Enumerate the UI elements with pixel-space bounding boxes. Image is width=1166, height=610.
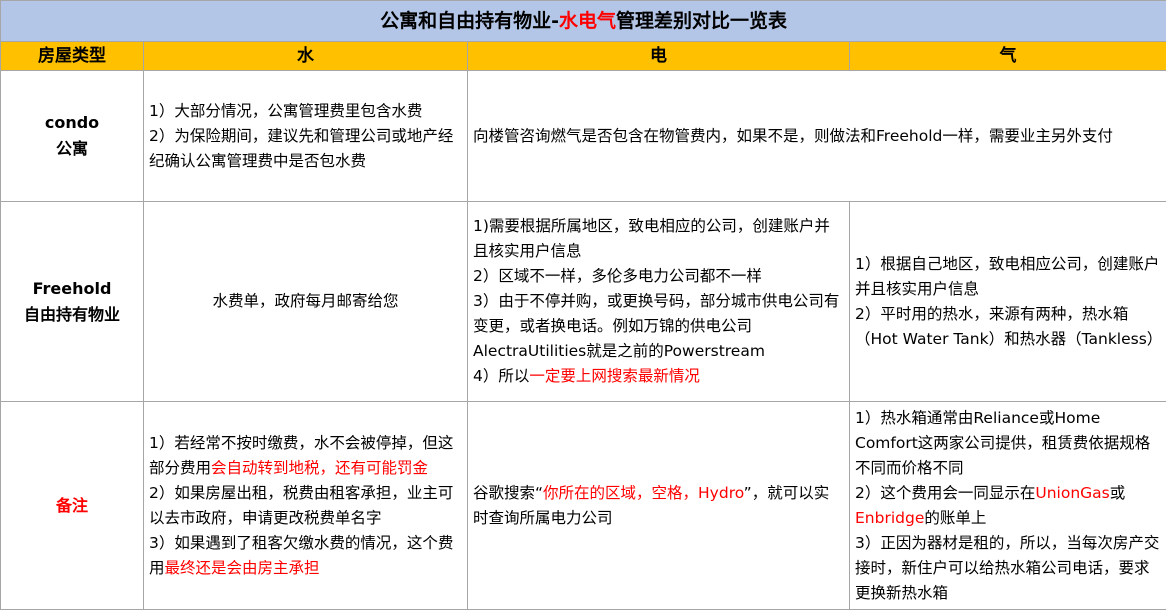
condo-label-en: condo (6, 110, 138, 136)
notes-row: 备注 1）若经常不按时缴费，水不会被停掉，但这部分费用会自动转到地税，还有可能罚… (1, 402, 1166, 610)
header-water: 水 (144, 42, 468, 71)
condo-water-cell: 1）大部分情况，公寓管理费里包含水费 2）为保险期间，建议先和管理公司或地产经纪… (144, 71, 468, 202)
notes-gas-p2-suffix: 的账单上 (924, 509, 986, 527)
header-gas: 气 (850, 42, 1166, 71)
notes-electric-prefix: 谷歌搜索“ (473, 484, 543, 502)
condo-label-cn: 公寓 (6, 136, 138, 162)
notes-gas-p2-mid: 或 (1110, 484, 1126, 502)
freehold-label-en: Freehold (6, 276, 138, 302)
condo-electric-gas-cell: 向楼管咨询燃气是否包含在物管费内，如果不是，则做法和Freehold一样，需要业… (468, 71, 1166, 202)
notes-gas-p2: 2）这个费用会一同显示在UnionGas或 Enbridge的账单上 (855, 481, 1161, 531)
freehold-electric-p2: 2）区域不一样，多伦多电力公司都不一样 (473, 264, 844, 289)
freehold-electric-p1: 1)需要根据所属地区，致电相应的公司，创建账户并且核实用户信息 (473, 214, 844, 264)
freehold-row: Freehold 自由持有物业 水费单，政府每月邮寄给您 1)需要根据所属地区，… (1, 202, 1166, 402)
condo-water-p1: 1）大部分情况，公寓管理费里包含水费 (149, 99, 462, 124)
header-type: 房屋类型 (1, 42, 144, 71)
title-prefix: 公寓和自由持有物业- (380, 10, 559, 32)
freehold-label: Freehold 自由持有物业 (1, 202, 144, 402)
notes-water-cell: 1）若经常不按时缴费，水不会被停掉，但这部分费用会自动转到地税，还有可能罚金 2… (144, 402, 468, 610)
notes-water-p1-highlight: 会自动转到地税，还有可能罚金 (211, 459, 428, 477)
condo-label: condo 公寓 (1, 71, 144, 202)
freehold-gas-cell: 1）根据自己地区，致电相应公司，创建账户并且核实用户信息 2）平时用的热水，来源… (850, 202, 1166, 402)
title-suffix: 管理差别对比一览表 (616, 10, 787, 32)
freehold-gas-p1: 1）根据自己地区，致电相应公司，创建账户并且核实用户信息 (855, 252, 1161, 302)
freehold-label-cn: 自由持有物业 (6, 302, 138, 328)
notes-water-p2: 2）如果房屋出租，税费由租客承担，业主可以去市政府，申请更改税费单名字 (149, 481, 462, 531)
notes-water-p1: 1）若经常不按时缴费，水不会被停掉，但这部分费用会自动转到地税，还有可能罚金 (149, 431, 462, 481)
notes-gas-p1: 1）热水箱通常由Reliance或Home Comfort这两家公司提供，租赁费… (855, 406, 1161, 481)
freehold-water-cell: 水费单，政府每月邮寄给您 (144, 202, 468, 402)
notes-electric-highlight: 你所在的区域，空格，Hydro (543, 484, 744, 502)
notes-gas-p2-hl2: Enbridge (855, 509, 924, 527)
notes-gas-p2-hl1: UnionGas (1035, 484, 1109, 502)
freehold-electric-p3: 3）由于不停并购，或更换号码，部分城市供电公司有变更，或者换电话。例如万锦的供电… (473, 289, 844, 364)
title-highlight: 水电气 (559, 10, 616, 32)
notes-label: 备注 (1, 402, 144, 610)
freehold-electric-p4: 4）所以一定要上网搜索最新情况 (473, 364, 844, 389)
condo-water-p2: 2）为保险期间，建议先和管理公司或地产经纪确认公寓管理费中是否包水费 (149, 124, 462, 174)
header-electric: 电 (468, 42, 850, 71)
title-row: 公寓和自由持有物业-水电气管理差别对比一览表 (1, 1, 1166, 42)
notes-water-p3: 3）如果遇到了租客欠缴水费的情况，这个费用最终还是会由房主承担 (149, 531, 462, 581)
comparison-table: 公寓和自由持有物业-水电气管理差别对比一览表 房屋类型 水 电 气 condo … (0, 0, 1166, 610)
notes-gas-p3: 3）正因为器材是租的，所以，当每次房产交接时，新住户可以给热水箱公司电话，要求更… (855, 531, 1161, 606)
notes-water-p3-highlight: 最终还是会由房主承担 (165, 559, 320, 577)
notes-electric-cell: 谷歌搜索“你所在的区域，空格，Hydro”，就可以实时查询所属电力公司 (468, 402, 850, 610)
notes-gas-cell: 1）热水箱通常由Reliance或Home Comfort这两家公司提供，租赁费… (850, 402, 1166, 610)
condo-row: condo 公寓 1）大部分情况，公寓管理费里包含水费 2）为保险期间，建议先和… (1, 71, 1166, 202)
freehold-electric-cell: 1)需要根据所属地区，致电相应的公司，创建账户并且核实用户信息 2）区域不一样，… (468, 202, 850, 402)
freehold-electric-p4-highlight: 一定要上网搜索最新情况 (529, 367, 700, 385)
freehold-gas-p2: 2）平时用的热水，来源有两种，热水箱（Hot Water Tank）和热水器（T… (855, 302, 1161, 352)
header-row: 房屋类型 水 电 气 (1, 42, 1166, 71)
table-title: 公寓和自由持有物业-水电气管理差别对比一览表 (1, 1, 1166, 42)
notes-gas-p2-prefix: 2）这个费用会一同显示在 (855, 484, 1035, 502)
freehold-electric-p4-prefix: 4）所以 (473, 367, 529, 385)
